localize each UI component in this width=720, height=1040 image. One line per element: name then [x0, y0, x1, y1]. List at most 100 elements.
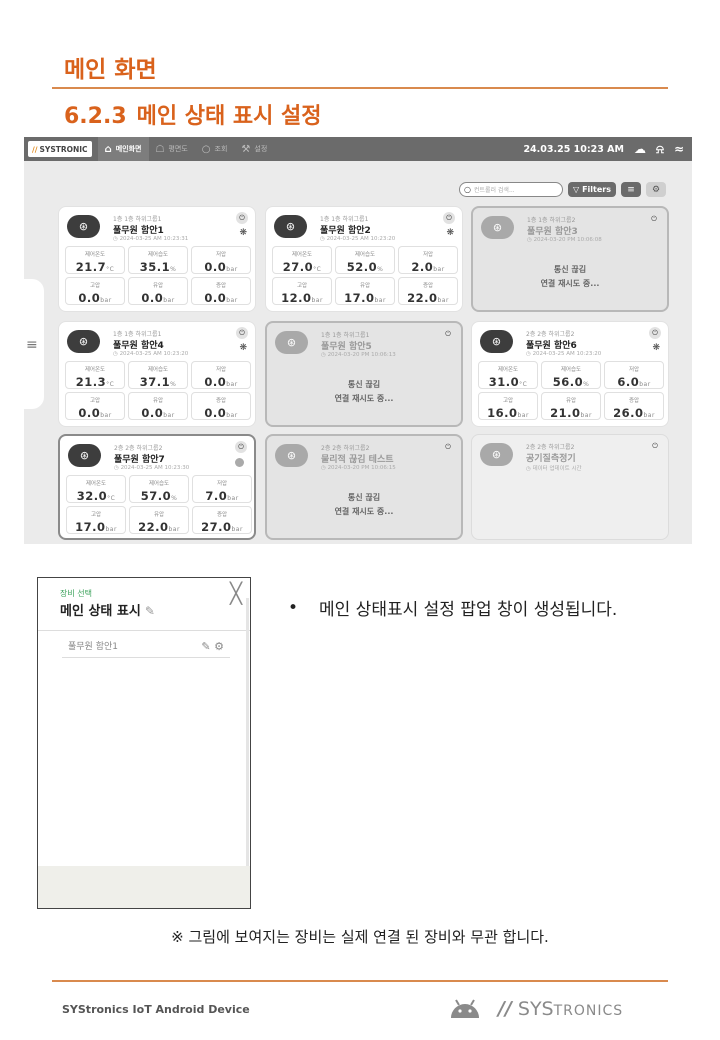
metric-value: 0.0bar [204, 375, 238, 389]
datetime: 24.03.25 10:23 AM [523, 143, 624, 155]
list-view-button[interactable]: ≡ [621, 182, 641, 197]
status-area: 24.03.25 10:23 AM ☁ ⍾ ≈ [523, 137, 684, 161]
filters-button[interactable]: ▽ Filters [567, 182, 616, 197]
metric-label: 고압 [89, 398, 101, 404]
device-card[interactable]: ⊛ 1층 1층 하위그룹1 풀무원 함안1 ◷ 2024-03-25 AM 10:23… [58, 206, 256, 312]
power-icon[interactable]: ⏻ [443, 212, 455, 224]
device-timestamp: ◷ 2024-03-25 AM 10:23:20 [113, 351, 189, 357]
nav-item-0[interactable]: ⌂ 메인화면 [97, 137, 149, 161]
metric-label: 유압 [152, 398, 164, 404]
metric-value: 0.0bar [78, 291, 112, 305]
device-icon: ⊛ [67, 330, 100, 353]
power-icon[interactable]: ⏻ [442, 328, 454, 340]
popup-footer [38, 866, 250, 908]
metric-label: 저압 [628, 367, 640, 373]
popup-overline: 장비 선택 [60, 589, 92, 598]
metric-value: 56.0% [552, 375, 590, 389]
metric-label: 유압 [152, 283, 164, 289]
metric-tile: 고압 17.0bar [66, 506, 126, 534]
device-group: 1층 1층 하위그룹1 [320, 216, 369, 223]
clock-icon: ◷ [321, 352, 326, 358]
metric-label: 증압 [216, 512, 228, 518]
settings-button[interactable]: ⚙ [646, 182, 666, 197]
power-icon[interactable]: ⏻ [649, 327, 661, 339]
metric-value: 0.0bar [204, 291, 238, 305]
device-card[interactable]: ⊛ 1층 1층 하위그룹1 풀무원 함안5 ◷ 2024-03-20 PM 10:06… [265, 321, 463, 427]
device-card[interactable]: ⊛ 2층 2층 하위그룹2 풀무원 함안7 ◷ 2024-03-25 AM 10:23… [58, 434, 256, 540]
device-card[interactable]: ⊛ 1층 1층 하위그룹1 풀무원 함안4 ◷ 2024-03-25 AM 10:23… [58, 321, 256, 427]
device-name: 물리적 끊김 테스트 [321, 455, 394, 465]
status-dot [235, 458, 244, 467]
device-card[interactable]: ⊛ 1층 1층 하위그룹1 풀무원 함안2 ◷ 2024-03-25 AM 10:23… [265, 206, 463, 312]
device-timestamp: ◷ 2024-03-25 AM 10:23:20 [320, 236, 396, 242]
device-card[interactable]: ⊛ 2층 2층 하위그룹2 풀무원 함안6 ◷ 2024-03-25 AM 10:23… [471, 321, 669, 427]
metric-value: 21.0bar [550, 406, 592, 420]
popup-title: 메인 상태 표시 ✎ [60, 604, 155, 619]
controller-search-input[interactable]: ○ 컨트롤러 검색... [458, 182, 563, 197]
metric-tile: 고압 16.0bar [478, 392, 538, 420]
edit-icon[interactable]: ✎ [201, 640, 210, 653]
metric-tile: 제어습도 57.0% [129, 475, 189, 503]
tools-icon: ⚒ [241, 143, 251, 155]
device-group: 1층 1층 하위그룹2 [527, 217, 576, 224]
metric-label: 유압 [153, 512, 165, 518]
metric-value: 17.0bar [75, 520, 117, 534]
device-timestamp: ◷ 2024-03-25 AM 10:23:20 [526, 351, 602, 357]
device-icon: ⊛ [275, 444, 308, 467]
metric-grid: 제어온도 31.0°C 제어습도 56.0% 저압 6.0bar 고압 16.0bar 유압 21… [478, 361, 664, 420]
power-icon[interactable]: ⏻ [649, 440, 661, 452]
scrollbar[interactable] [246, 598, 249, 868]
close-icon[interactable]: ╳ [230, 581, 242, 605]
doc-subheading: 6.2.3 메인 상태 표시 설정 [64, 98, 322, 130]
clock-icon: ◷ [527, 237, 532, 243]
metric-value: 0.0bar [78, 406, 112, 420]
metric-value: 57.0% [140, 489, 178, 503]
metric-tile: 증압 0.0bar [191, 277, 251, 305]
power-icon[interactable]: ⏻ [236, 212, 248, 224]
metric-value: 37.1% [139, 375, 177, 389]
metric-tile: 저압 2.0bar [398, 246, 458, 274]
floorplan-icon: ☖ [155, 143, 165, 155]
power-icon[interactable]: ⏻ [236, 327, 248, 339]
device-name: 풀무원 함안4 [113, 341, 164, 351]
side-menu-icon[interactable]: ≡ [26, 337, 38, 353]
nav-label: 조회 [214, 145, 228, 153]
nav-label: 설정 [254, 145, 268, 153]
metric-label: 고압 [502, 398, 514, 404]
metric-tile: 저압 7.0bar [192, 475, 252, 503]
metric-label: 고압 [296, 283, 308, 289]
fan-icon: ❋ [239, 343, 247, 353]
metric-label: 증압 [215, 283, 227, 289]
metric-tile: 제어습도 35.1% [128, 246, 188, 274]
notification-bell-icon[interactable]: ⍾ [656, 142, 664, 157]
edit-icon[interactable]: ✎ [145, 604, 155, 618]
device-card[interactable]: ⊛ 2층 2층 하위그룹2 물리적 끊김 테스트 ◷ 2024-03-20 PM 10… [265, 434, 463, 540]
metric-grid: 제어온도 32.0°C 제어습도 57.0% 저압 7.0bar 고압 17.0bar 유압 22… [66, 475, 252, 534]
gear-icon[interactable]: ⚙ [214, 640, 224, 653]
metric-tile: 유압 22.0bar [129, 506, 189, 534]
wifi-icon: ≈ [673, 142, 684, 156]
metric-label: 제어습도 [147, 367, 169, 373]
nav-item-2[interactable]: ○ 조회 [195, 137, 235, 161]
nav-item-3[interactable]: ⚒ 설정 [234, 137, 274, 161]
search-placeholder: 컨트롤러 검색... [473, 187, 515, 194]
metric-label: 제어온도 [84, 252, 106, 258]
device-timestamp: ◷ 2024-03-20 PM 10:06:08 [527, 237, 602, 243]
device-name: 풀무원 함안6 [526, 341, 577, 351]
device-name: 풀무원 함안7 [114, 455, 165, 465]
metric-value: 27.0°C [282, 260, 322, 274]
power-icon[interactable]: ⏻ [442, 441, 454, 453]
metric-value: 32.0°C [76, 489, 116, 503]
device-name: 풀무원 함안5 [321, 342, 372, 352]
metric-grid: 제어온도 21.3°C 제어습도 37.1% 저압 0.0bar 고압 0.0bar 유압 0.0… [65, 361, 251, 420]
metric-value: 0.0bar [141, 291, 175, 305]
doc-heading: 메인 화면 [64, 57, 157, 83]
device-card[interactable]: ⊛ 1층 1층 하위그룹2 풀무원 함안3 ◷ 2024-03-20 PM 10:06… [471, 206, 669, 312]
device-card[interactable]: ⊛ 2층 2층 하위그룹2 공기질측정기 ◷ 데이터 업데이트 시간 ⏻ [471, 434, 669, 540]
power-icon[interactable]: ⏻ [235, 441, 247, 453]
device-list-item[interactable]: 풀무원 함안1 ✎ ⚙ [62, 636, 230, 658]
metric-value: 0.0bar [204, 260, 238, 274]
power-icon[interactable]: ⏻ [648, 213, 660, 225]
nav-item-1[interactable]: ☖ 평면도 [149, 137, 195, 161]
popup-divider [38, 630, 250, 631]
